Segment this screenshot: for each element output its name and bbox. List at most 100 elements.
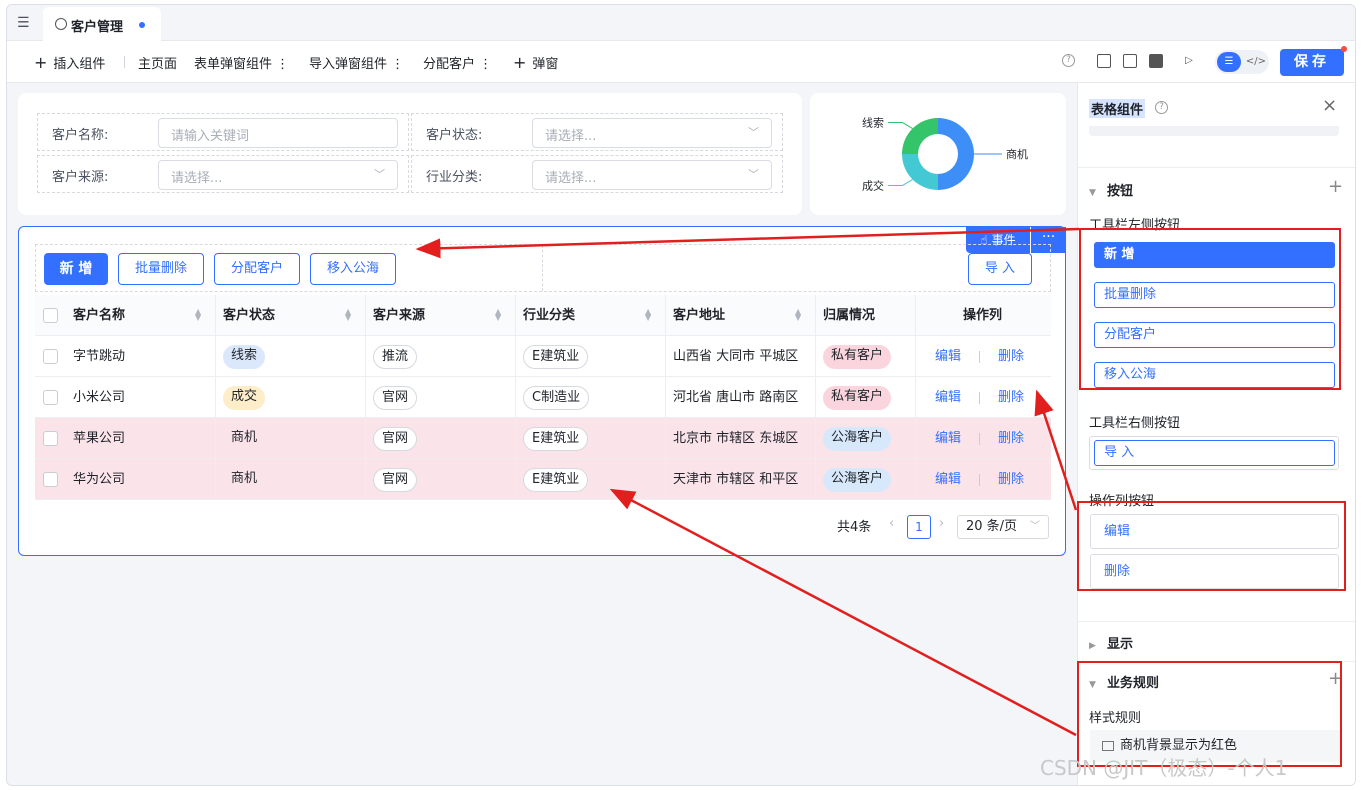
cell-tag: 商机 [231, 470, 258, 486]
column-header[interactable]: 客户来源 [373, 295, 425, 336]
donut-chart: 商机成交 线索 [862, 116, 1028, 193]
edit-link[interactable]: 编辑 [935, 349, 961, 364]
column-header[interactable]: 客户地址 [673, 295, 725, 336]
cell-tag: E建筑业 [523, 426, 589, 451]
edit-link[interactable]: 编辑 [935, 390, 961, 405]
divider [1078, 167, 1355, 168]
panel-import-button[interactable]: 导 入 [1094, 440, 1335, 466]
table-cell: 公海客户 [823, 418, 892, 459]
column-header[interactable]: 行业分类 [523, 295, 575, 336]
close-icon[interactable]: × [1322, 95, 1337, 116]
import-button[interactable]: 导 入 [968, 253, 1032, 285]
slice-label: 线索 [862, 116, 884, 130]
customer-source-select[interactable]: 请选择... ﹀ [158, 160, 398, 190]
table-toolbar: 新 增 批量删除 分配客户 移入公海 导 入 [35, 244, 1051, 292]
select-placeholder: 请选择... [171, 171, 223, 186]
cell-tag: 私有客户 [823, 385, 892, 410]
cell-text: 天津市 市辖区 和平区 [673, 472, 799, 487]
delete-link[interactable]: 删除 [998, 349, 1024, 364]
next-page-icon[interactable]: › [939, 516, 944, 531]
add-popup-button[interactable]: + 弹窗 [513, 53, 558, 72]
assign-customer-tab[interactable]: 分配客户 ⋮ [423, 53, 492, 72]
customer-name-input[interactable]: 请输入关键词 [158, 118, 398, 148]
table-cell: 北京市 市辖区 东城区 [673, 418, 798, 459]
delete-link[interactable]: 删除 [998, 431, 1024, 446]
cell-text: 河北省 唐山市 路南区 [673, 390, 799, 405]
action-cell: 编辑 删除 [935, 418, 1024, 459]
sort-icon[interactable]: ▲ ▼ [495, 308, 503, 322]
import-popup-tab[interactable]: 导入弹窗组件 ⋮ [309, 53, 404, 72]
column-header: 操作列 [963, 308, 1003, 323]
row-checkbox[interactable] [43, 390, 58, 405]
action-cell: 编辑 删除 [935, 377, 1024, 418]
action-cell: 编辑 删除 [935, 459, 1024, 500]
help-icon[interactable]: ? [1062, 54, 1075, 67]
view-mode-toggle[interactable]: ☰ </> [1215, 50, 1269, 74]
page-icon [55, 18, 67, 30]
display-section-header[interactable]: ▶ 显示 [1089, 633, 1133, 652]
cell-tag: 线索 [223, 344, 266, 369]
code-mode-icon[interactable]: </> [1245, 52, 1267, 72]
layout-right-icon[interactable] [1149, 54, 1163, 68]
select-all-checkbox[interactable] [43, 308, 58, 323]
menu-collapse-icon[interactable]: ☰ [17, 15, 33, 31]
buttons-section-header[interactable]: ▼ 按钮 [1089, 180, 1133, 199]
move-public-button[interactable]: 移入公海 [310, 253, 396, 285]
batch-delete-button[interactable]: 批量删除 [118, 253, 204, 285]
column-divider [815, 295, 816, 336]
industry-select[interactable]: 请选择... ﹀ [532, 160, 772, 190]
slice-label: 商机 [1006, 147, 1028, 161]
donut-slice-1[interactable] [902, 154, 938, 190]
sort-icon[interactable]: ▲ ▼ [345, 308, 353, 322]
page-size-select[interactable]: 20 条/页 ﹀ [957, 515, 1049, 539]
delete-link[interactable]: 删除 [998, 472, 1024, 487]
page-number[interactable]: 1 [907, 515, 931, 539]
column-header[interactable]: 客户状态 [223, 295, 275, 336]
donut-slice-2[interactable] [902, 118, 938, 154]
filter-label: 客户来源: [52, 170, 109, 185]
customer-status-select[interactable]: 请选择... ﹀ [532, 118, 772, 148]
add-button-icon[interactable]: + [1328, 176, 1343, 197]
donut-slice-0[interactable] [938, 118, 974, 190]
link-divider [979, 473, 981, 486]
sort-icon[interactable]: ▲ ▼ [795, 308, 803, 322]
sort-icon[interactable]: ▲ ▼ [195, 308, 203, 322]
add-button[interactable]: 新 增 [44, 253, 108, 285]
layout-left-icon[interactable] [1097, 54, 1111, 68]
save-button[interactable]: 保存 [1280, 49, 1344, 76]
tab-label: 客户管理 [71, 20, 124, 35]
cell-tag: C制造业 [523, 385, 590, 410]
table-row: 苹果公司 商机 官网 E建筑业 北京市 市辖区 东城区 公海客户 编辑 删除 [35, 418, 1051, 459]
table-cell: 推流 [373, 336, 418, 377]
table-cell: E建筑业 [523, 418, 589, 459]
edit-link[interactable]: 编辑 [935, 431, 961, 446]
total-count: 共4条 [837, 520, 872, 535]
column-header[interactable]: 客户名称 [73, 295, 125, 336]
column-divider [815, 377, 816, 418]
filter-form: 客户名称: 请输入关键词 客户状态: 请选择... ﹀ 客户来源: 请选择... ﹀… [18, 93, 802, 215]
sort-icon[interactable]: ▲ ▼ [645, 308, 653, 322]
tab-customer-management[interactable]: 客户管理 [43, 7, 161, 41]
chevron-down-icon: ﹀ [748, 168, 759, 181]
edit-link[interactable]: 编辑 [935, 472, 961, 487]
assign-customer-button[interactable]: 分配客户 [214, 253, 300, 285]
home-page-tab[interactable]: 主页面 [138, 53, 177, 72]
insert-component-label: 插入组件 [53, 57, 106, 72]
help-icon[interactable]: ? [1155, 101, 1168, 114]
preview-play-icon[interactable]: ▷ [1182, 54, 1196, 68]
column-divider [915, 418, 916, 459]
insert-component-button[interactable]: + 插入组件 [34, 53, 105, 72]
popup-label: 弹窗 [532, 57, 559, 72]
design-mode-icon[interactable]: ☰ [1217, 52, 1241, 72]
table-component[interactable]: ☝ 事件 ··· 新 增 批量删除 分配客户 移入公海 导 入 客户名称 ▲ ▼ 客户… [18, 226, 1066, 556]
row-checkbox[interactable] [43, 431, 58, 446]
row-checkbox[interactable] [43, 349, 58, 364]
column-divider [215, 377, 216, 418]
delete-link[interactable]: 删除 [998, 390, 1024, 405]
column-divider [365, 377, 366, 418]
layout-bottom-icon[interactable] [1123, 54, 1137, 68]
donut-chart-card: 商机 成交 线索 [810, 93, 1066, 215]
row-checkbox[interactable] [43, 472, 58, 487]
form-popup-tab[interactable]: 表单弹窗组件 ⋮ [194, 53, 289, 72]
prev-page-icon[interactable]: ‹ [889, 516, 894, 531]
